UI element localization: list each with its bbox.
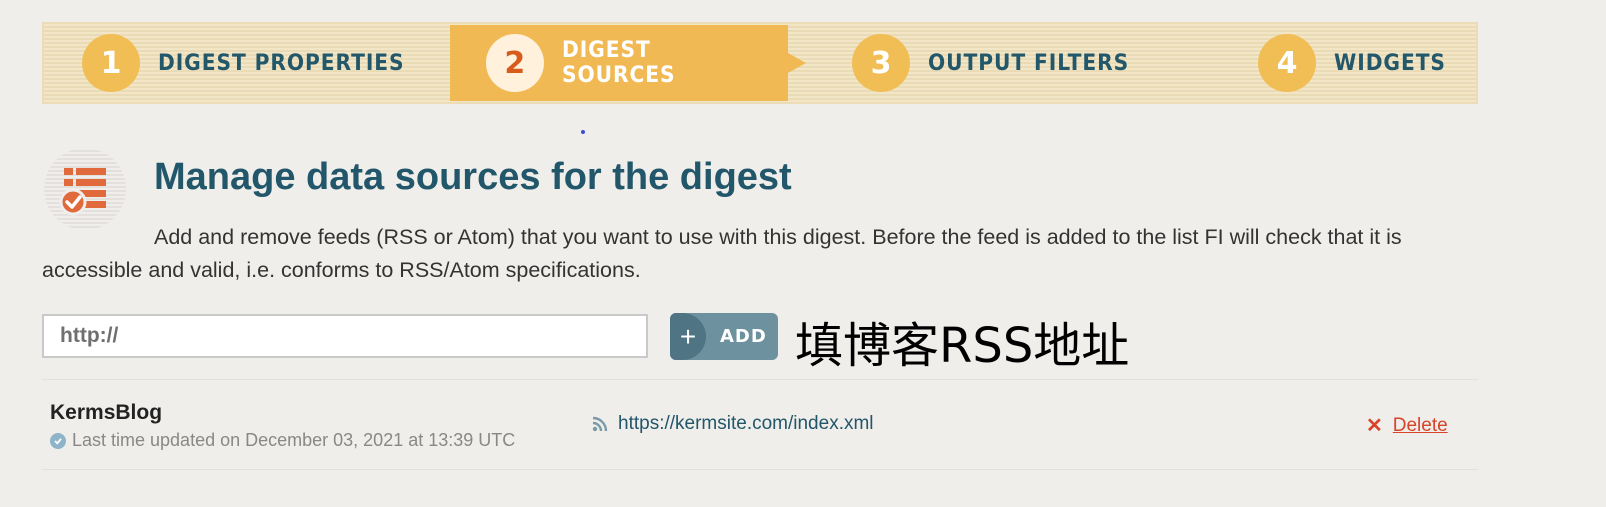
step-digest-sources-active[interactable]: 2 DIGEST SOURCES [450, 25, 806, 101]
add-feed-button[interactable]: + ADD [670, 313, 778, 360]
close-icon: ✕ [1366, 415, 1383, 437]
step-number: 2 [486, 34, 544, 92]
feed-name: KermsBlog [50, 401, 163, 424]
annotation-text: 填博客RSS地址 [795, 318, 1130, 374]
step-digest-properties[interactable]: 1 DIGEST PROPERTIES [82, 24, 426, 102]
data-sources-icon [44, 148, 126, 230]
step-label: WIDGETS [1334, 50, 1446, 76]
plus-icon: + [670, 313, 706, 360]
step-label: OUTPUT FILTERS [928, 50, 1130, 76]
feed-status: Last time updated on December 03, 2021 a… [50, 430, 515, 451]
step-output-filters[interactable]: 3 OUTPUT FILTERS [852, 24, 1147, 102]
check-circle-icon [50, 432, 66, 449]
feed-url[interactable]: https://kermsite.com/index.xml [592, 413, 874, 435]
step-number: 1 [82, 34, 140, 92]
active-step-arrow [788, 53, 806, 73]
step-number: 4 [1258, 34, 1316, 92]
delete-feed-button[interactable]: ✕ Delete [1366, 413, 1448, 438]
feed-status-text: Last time updated on December 03, 2021 a… [72, 430, 516, 450]
steps-bar: 1 DIGEST PROPERTIES 2 DIGEST SOURCES 3 O… [42, 22, 1478, 104]
page-description: Add and remove feeds (RSS or Atom) that … [42, 225, 1402, 282]
step-label: DIGEST PROPERTIES [158, 50, 405, 76]
step-widgets[interactable]: 4 WIDGETS [1258, 24, 1456, 102]
add-button-label: ADD [720, 326, 767, 347]
feed-url-text: https://kermsite.com/index.xml [618, 413, 874, 434]
feed-url-input[interactable] [42, 314, 648, 358]
step-label: DIGEST SOURCES [561, 38, 676, 88]
divider [42, 469, 1478, 470]
rss-icon [592, 416, 608, 432]
cursor-dot [581, 130, 585, 134]
divider [42, 379, 1478, 380]
delete-link[interactable]: Delete [1393, 415, 1448, 437]
page-title: Manage data sources for the digest [154, 156, 792, 198]
step-number: 3 [852, 34, 910, 92]
